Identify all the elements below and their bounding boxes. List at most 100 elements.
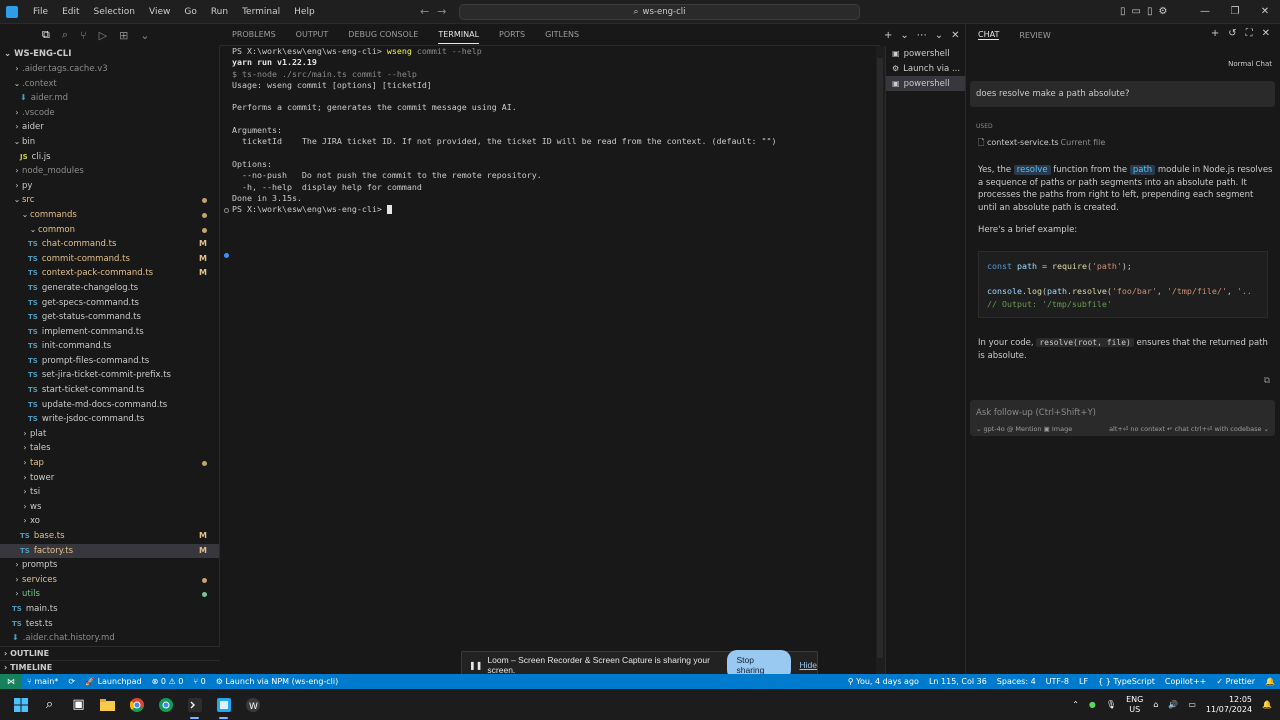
tree-folder[interactable]: › py xyxy=(0,179,219,194)
tree-file[interactable]: ⬇ aider.md xyxy=(0,91,219,106)
tree-folder[interactable]: › services xyxy=(0,573,219,588)
menu-selection[interactable]: Selection xyxy=(87,0,142,24)
tree-file[interactable]: TS chat-command.ts M xyxy=(0,237,219,252)
terminal-output[interactable]: PS X:\work\esw\eng\ws-eng-cli> wseng com… xyxy=(220,46,876,674)
menu-file[interactable]: File xyxy=(26,0,55,24)
launchpad-item[interactable]: 🚀 Launchpad xyxy=(80,677,147,686)
tab-debug-console[interactable]: DEBUG CONSOLE xyxy=(348,24,418,46)
tab-ports[interactable]: PORTS xyxy=(499,24,525,46)
volume-icon[interactable]: 🔊 xyxy=(1168,700,1178,709)
chrome-icon[interactable] xyxy=(122,689,151,720)
tree-folder[interactable]: › xo xyxy=(0,514,219,529)
tree-folder[interactable]: › utils xyxy=(0,587,219,602)
close-chat-icon[interactable]: ✕ xyxy=(1262,28,1270,39)
run-debug-icon[interactable]: ▷ xyxy=(99,29,107,42)
tree-folder[interactable]: › node_modules xyxy=(0,164,219,179)
terminal-instance[interactable]: ▣ powershell xyxy=(886,76,965,91)
tab-gitlens[interactable]: GITLENS xyxy=(545,24,579,46)
resolve-symbol[interactable]: resolve xyxy=(1013,165,1051,175)
source-control-icon[interactable]: ⑂ xyxy=(80,29,87,42)
model-selector[interactable]: ⌄ gpt-4o @ Mention ▣ Image xyxy=(976,425,1072,433)
timeline-section[interactable]: › TIMELINE xyxy=(0,660,220,674)
close-panel-icon[interactable]: ✕ xyxy=(951,30,959,41)
tree-file[interactable]: TS set-jira-ticket-commit-prefix.ts xyxy=(0,368,219,383)
tree-folder[interactable]: › tales xyxy=(0,441,219,456)
command-decoration-icon[interactable] xyxy=(224,208,229,213)
task-view-icon[interactable]: ▣ xyxy=(64,689,93,720)
tree-file[interactable]: TS get-specs-command.ts xyxy=(0,296,219,311)
launch-config[interactable]: ⚙ Launch via NPM (ws-eng-cli) xyxy=(211,677,344,686)
tree-file[interactable]: TS base.ts M xyxy=(0,529,219,544)
command-center-search[interactable]: ⌕ ws-eng-cli xyxy=(459,4,860,20)
terminal-instance[interactable]: ⚙ Launch via ... xyxy=(886,61,965,76)
history-icon[interactable]: ↺ xyxy=(1228,28,1236,39)
tree-folder[interactable]: › tower xyxy=(0,471,219,486)
tree-folder[interactable]: › .aider.tags.cache.v3 xyxy=(0,62,219,77)
more-actions-icon[interactable]: ⋯ xyxy=(917,30,927,41)
menu-edit[interactable]: Edit xyxy=(55,0,86,24)
menu-run[interactable]: Run xyxy=(204,0,235,24)
tree-folder[interactable]: › plat xyxy=(0,427,219,442)
tree-file[interactable]: JS cli.js xyxy=(0,150,219,165)
microphone-icon[interactable]: 🎙 xyxy=(1106,700,1116,709)
encoding[interactable]: UTF-8 xyxy=(1041,677,1074,686)
indentation[interactable]: Spaces: 4 xyxy=(992,677,1041,686)
battery-icon[interactable]: ▭ xyxy=(1188,700,1196,709)
tree-folder[interactable]: › aider xyxy=(0,120,219,135)
tree-folder[interactable]: ⌄ commands xyxy=(0,208,219,223)
taskbar-search-icon[interactable]: ⌕ xyxy=(35,689,64,720)
chrome-profile-icon[interactable] xyxy=(151,689,180,720)
tree-file[interactable]: ⬇ .aider.chat.history.md xyxy=(0,631,219,646)
tree-folder[interactable]: › .vscode xyxy=(0,106,219,121)
terminal-dropdown-icon[interactable]: ⌄ xyxy=(900,30,908,41)
cursor-position[interactable]: Ln 115, Col 36 xyxy=(924,677,992,686)
followup-input[interactable]: Ask follow-up (Ctrl+Shift+Y) ⌄ gpt-4o @ … xyxy=(970,400,1275,436)
hide-link[interactable]: Hide xyxy=(800,660,817,670)
new-terminal-icon[interactable]: + xyxy=(884,30,892,41)
menu-terminal[interactable]: Terminal xyxy=(235,0,287,24)
tree-folder[interactable]: ⌄ .context xyxy=(0,77,219,92)
tree-file[interactable]: TS init-command.ts xyxy=(0,339,219,354)
ports-indicator[interactable]: ⑂ 0 xyxy=(188,677,210,686)
minimize-icon[interactable]: — xyxy=(1190,0,1220,24)
tree-file[interactable]: TS test.ts xyxy=(0,617,219,632)
prettier-status[interactable]: ✓ Prettier xyxy=(1211,677,1260,686)
tray-overflow-icon[interactable]: ⌃ xyxy=(1072,700,1079,709)
tab-review[interactable]: REVIEW xyxy=(1019,31,1050,40)
remote-icon[interactable]: ⋈ xyxy=(0,674,22,689)
used-file-reference[interactable]: 🗋 context-service.ts Current file xyxy=(978,137,1105,151)
menu-view[interactable]: View xyxy=(142,0,177,24)
code-block[interactable]: const path = require('path'); console.lo… xyxy=(978,251,1268,318)
toggle-panel-icon[interactable]: ▭ xyxy=(1132,0,1141,24)
path-symbol[interactable]: path xyxy=(1129,165,1156,175)
tree-file[interactable]: TS prompt-files-command.ts xyxy=(0,354,219,369)
tree-file[interactable]: TS context-pack-command.ts M xyxy=(0,266,219,281)
terminal-instance[interactable]: ▣ powershell xyxy=(886,46,965,61)
tree-file[interactable]: TS generate-changelog.ts xyxy=(0,281,219,296)
problems-indicator[interactable]: ⊗ 0 ⚠ 0 xyxy=(147,677,189,686)
command-decoration-icon[interactable] xyxy=(224,253,229,258)
sync-icon[interactable]: ⟳ xyxy=(63,677,80,686)
vscode-taskbar-icon[interactable] xyxy=(209,689,238,720)
tree-file[interactable]: TS get-status-command.ts xyxy=(0,310,219,325)
restore-icon[interactable]: ❐ xyxy=(1220,0,1250,24)
extensions-icon[interactable]: ⊞ xyxy=(119,29,128,42)
tree-file[interactable]: TS factory.ts M xyxy=(0,543,219,559)
tab-output[interactable]: OUTPUT xyxy=(296,24,329,46)
tree-file[interactable]: TS commit-command.ts M xyxy=(0,252,219,267)
notifications-icon[interactable]: 🔔 xyxy=(1260,677,1280,686)
tree-folder[interactable]: ⌄ bin xyxy=(0,135,219,150)
tree-folder[interactable]: › prompts xyxy=(0,558,219,573)
branch-indicator[interactable]: ⑂ main* xyxy=(22,677,63,686)
customize-layout-icon[interactable]: ⚙ xyxy=(1158,0,1167,24)
tree-file[interactable]: TS update-md-docs-command.ts xyxy=(0,398,219,413)
close-window-icon[interactable]: ✕ xyxy=(1250,0,1280,24)
forward-arrow-icon[interactable]: → xyxy=(437,0,446,24)
tree-folder[interactable]: ⌄ src xyxy=(0,193,219,208)
windows-start-icon[interactable] xyxy=(6,689,35,720)
outline-section[interactable]: › OUTLINE xyxy=(0,646,220,660)
menu-go[interactable]: Go xyxy=(177,0,203,24)
pause-icon[interactable]: ❚❚ xyxy=(469,661,482,670)
explorer-icon[interactable]: ⧉ xyxy=(42,28,50,42)
language-indicator[interactable]: ENG US xyxy=(1126,695,1143,715)
